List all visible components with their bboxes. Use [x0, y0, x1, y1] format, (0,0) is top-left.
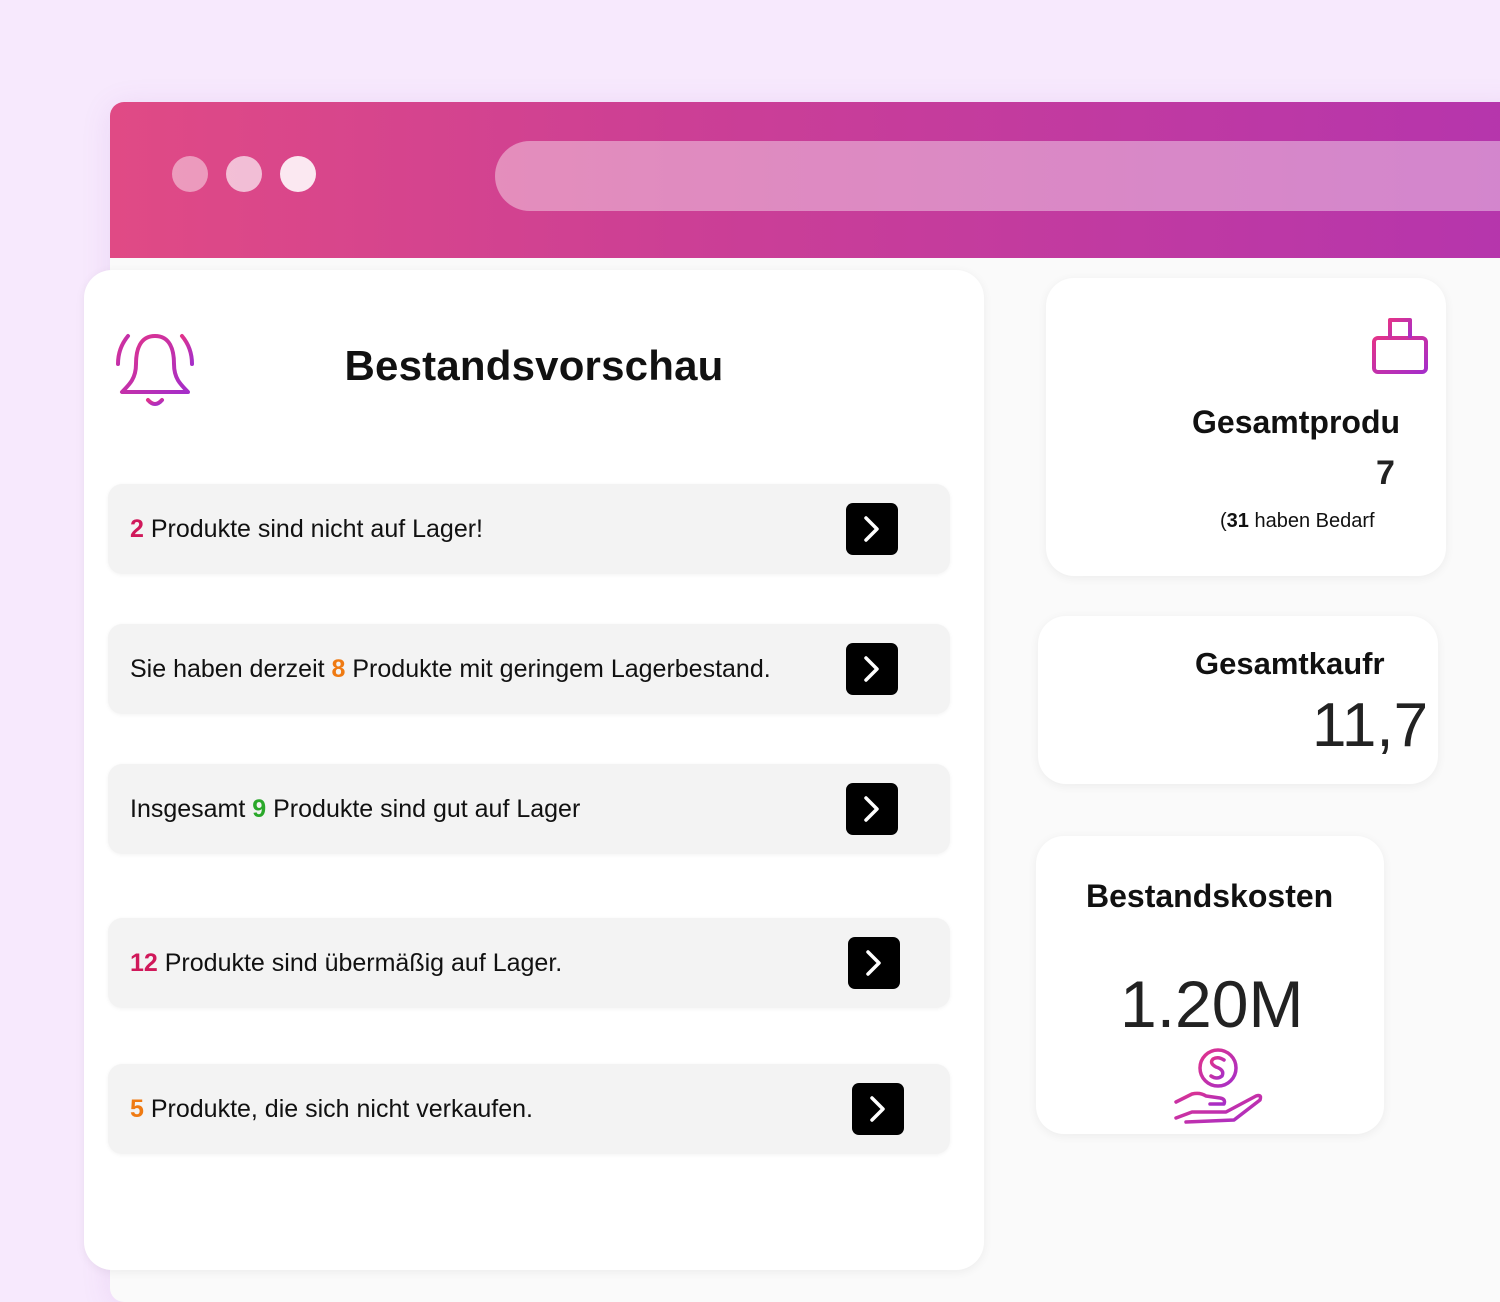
- bell-icon: [116, 334, 194, 406]
- row-text: Sie haben derzeit 8 Produkte mit geringe…: [130, 655, 771, 683]
- row-count: 5: [130, 1095, 144, 1123]
- open-row-button[interactable]: [852, 1083, 904, 1135]
- inventory-cost-card[interactable]: Bestandskosten 1.20M: [1036, 836, 1384, 1134]
- window-control-dot[interactable]: [172, 156, 208, 192]
- open-row-button[interactable]: [846, 783, 898, 835]
- card-title: Bestandskosten: [1086, 878, 1334, 914]
- row-text: 12 Produkte sind übermäßig auf Lager.: [130, 949, 563, 977]
- row-count: 2: [130, 515, 144, 543]
- card-title: Gesamtkaufr: [1195, 646, 1385, 681]
- chevron-right-icon: [864, 516, 879, 542]
- title-bar: [110, 102, 1500, 258]
- row-text: 5 Produkte, die sich nicht verkaufen.: [130, 1095, 534, 1123]
- overview-title: Bestandsvorschau: [344, 342, 724, 389]
- row-count: 12: [130, 949, 158, 977]
- total-purchase-card[interactable]: Gesamtkaufr 11,7: [1038, 616, 1438, 784]
- box-icon: [1372, 318, 1428, 374]
- row-text: Insgesamt 9 Produkte sind gut auf Lager: [130, 795, 581, 823]
- row-count: 8: [331, 655, 346, 683]
- row-count: 9: [252, 795, 267, 823]
- card-value: 7: [1376, 454, 1395, 492]
- chevron-right-icon: [870, 1096, 885, 1122]
- open-row-button[interactable]: [846, 643, 898, 695]
- stock-row-out-of-stock[interactable]: 2 Produkte sind nicht auf Lager!: [108, 484, 950, 574]
- card-value: 11,7: [1312, 691, 1429, 760]
- money-hand-icon: [1174, 1048, 1263, 1124]
- stock-row-not-selling[interactable]: 5 Produkte, die sich nicht verkaufen.: [108, 1064, 950, 1154]
- stock-row-well-stocked[interactable]: Insgesamt 9 Produkte sind gut auf Lager: [108, 764, 950, 854]
- row-text: 2 Produkte sind nicht auf Lager!: [130, 515, 484, 543]
- open-row-button[interactable]: [846, 503, 898, 555]
- stock-row-overstocked[interactable]: 12 Produkte sind übermäßig auf Lager.: [108, 918, 950, 1008]
- card-note: (31 haben Bedarf: [1220, 510, 1375, 532]
- card-title: Gesamtprodu: [1192, 404, 1401, 440]
- card-value: 1.20M: [1120, 967, 1304, 1041]
- total-products-card[interactable]: Gesamtprodu 7 (31 haben Bedarf: [1046, 278, 1446, 576]
- address-bar[interactable]: [495, 141, 1500, 211]
- inventory-overview-card: Bestandsvorschau 2 Produkte sind nicht a…: [84, 270, 984, 1270]
- stock-row-low-stock[interactable]: Sie haben derzeit 8 Produkte mit geringe…: [108, 624, 950, 714]
- chevron-right-icon: [866, 950, 881, 976]
- chevron-right-icon: [864, 796, 879, 822]
- chevron-right-icon: [864, 656, 879, 682]
- window-control-dot[interactable]: [280, 156, 316, 192]
- window-control-dot[interactable]: [226, 156, 262, 192]
- open-row-button[interactable]: [848, 937, 900, 989]
